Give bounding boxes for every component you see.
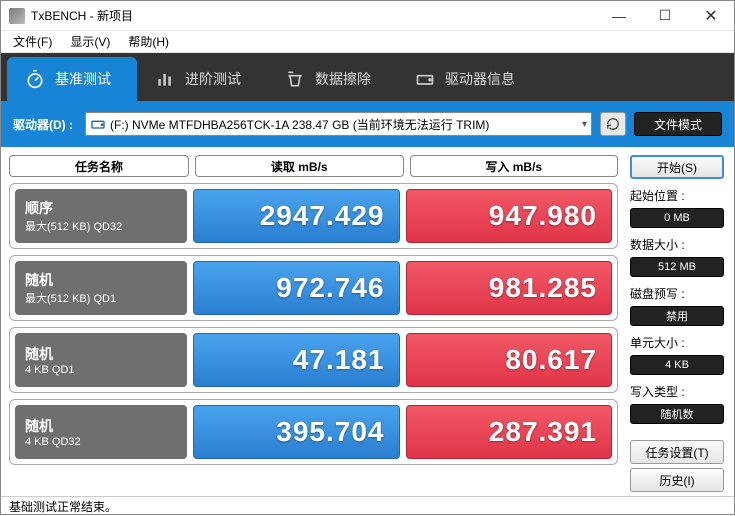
- tab-label: 数据擦除: [315, 69, 371, 89]
- history-button[interactable]: 历史(I): [630, 468, 724, 492]
- header-write: 写入 mB/s: [410, 155, 619, 177]
- drive-icon: [415, 69, 435, 89]
- chevron-down-icon: ▾: [582, 119, 587, 130]
- unit-size-value[interactable]: 4 KB: [630, 355, 724, 375]
- close-button[interactable]: ✕: [688, 1, 734, 30]
- write-value: 80.617: [406, 333, 613, 387]
- app-icon: [9, 8, 25, 24]
- row-title: 随机: [25, 270, 177, 290]
- row-subtitle: 4 KB QD32: [25, 436, 177, 448]
- tab-label: 进阶测试: [185, 69, 241, 89]
- result-row: 随机 4 KB QD1 47.181 80.617: [9, 327, 618, 393]
- disk-prefill-value[interactable]: 禁用: [630, 306, 724, 326]
- start-pos-value[interactable]: 0 MB: [630, 208, 724, 228]
- row-subtitle: 最大(512 KB) QD1: [25, 290, 177, 306]
- unit-size-label: 单元大小 :: [630, 334, 724, 351]
- data-size-label: 数据大小 :: [630, 236, 724, 253]
- drive-label: 驱动器(D) :: [13, 116, 73, 133]
- tab-label: 驱动器信息: [445, 69, 515, 89]
- drive-selector[interactable]: (F:) NVMe MTFDHBA256TCK-1A 238.47 GB (当前…: [85, 112, 592, 136]
- maximize-button[interactable]: ☐: [642, 1, 688, 30]
- data-size-value[interactable]: 512 MB: [630, 257, 724, 277]
- disk-prefill-label: 磁盘预写 :: [630, 285, 724, 302]
- row-title: 随机: [25, 416, 177, 436]
- read-value: 47.181: [193, 333, 400, 387]
- start-pos-label: 起始位置 :: [630, 187, 724, 204]
- result-row: 顺序 最大(512 KB) QD32 2947.429 947.980: [9, 183, 618, 249]
- minimize-button[interactable]: —: [596, 1, 642, 30]
- header-read: 读取 mB/s: [195, 155, 404, 177]
- row-label: 顺序 最大(512 KB) QD32: [15, 189, 187, 243]
- header-task-name: 任务名称: [9, 155, 189, 177]
- read-value: 395.704: [193, 405, 400, 459]
- tab-data-erase[interactable]: 数据擦除: [267, 57, 397, 101]
- refresh-button[interactable]: [600, 112, 626, 136]
- tab-label: 基准测试: [55, 69, 111, 89]
- write-value: 947.980: [406, 189, 613, 243]
- result-row: 随机 4 KB QD32 395.704 287.391: [9, 399, 618, 465]
- file-mode-button[interactable]: 文件模式: [634, 112, 722, 136]
- tab-drive-info[interactable]: 驱动器信息: [397, 57, 541, 101]
- write-value: 287.391: [406, 405, 613, 459]
- write-type-value[interactable]: 随机数: [630, 404, 724, 424]
- row-label: 随机 4 KB QD1: [15, 333, 187, 387]
- read-value: 2947.429: [193, 189, 400, 243]
- window-title: TxBENCH - 新项目: [31, 7, 596, 24]
- refresh-icon: [606, 117, 620, 131]
- row-title: 顺序: [25, 198, 177, 218]
- tab-basic-test[interactable]: 基准测试: [7, 57, 137, 101]
- erase-icon: [285, 69, 305, 89]
- row-label: 随机 最大(512 KB) QD1: [15, 261, 187, 315]
- drive-value: (F:) NVMe MTFDHBA256TCK-1A 238.47 GB (当前…: [110, 116, 489, 133]
- row-label: 随机 4 KB QD32: [15, 405, 187, 459]
- result-row: 随机 最大(512 KB) QD1 972.746 981.285: [9, 255, 618, 321]
- menu-help[interactable]: 帮助(H): [120, 31, 177, 52]
- task-settings-button[interactable]: 任务设置(T): [630, 440, 724, 464]
- status-text: 基础测试正常结束。: [9, 498, 117, 515]
- write-type-label: 写入类型 :: [630, 383, 724, 400]
- stopwatch-icon: [25, 69, 45, 89]
- row-title: 随机: [25, 344, 177, 364]
- bars-icon: [155, 69, 175, 89]
- row-subtitle: 最大(512 KB) QD32: [25, 218, 177, 234]
- row-subtitle: 4 KB QD1: [25, 364, 177, 376]
- write-value: 981.285: [406, 261, 613, 315]
- start-button[interactable]: 开始(S): [630, 155, 724, 179]
- menu-view[interactable]: 显示(V): [62, 31, 118, 52]
- drive-small-icon: [90, 116, 106, 132]
- read-value: 972.746: [193, 261, 400, 315]
- menu-file[interactable]: 文件(F): [5, 31, 60, 52]
- tab-advanced-test[interactable]: 进阶测试: [137, 57, 267, 101]
